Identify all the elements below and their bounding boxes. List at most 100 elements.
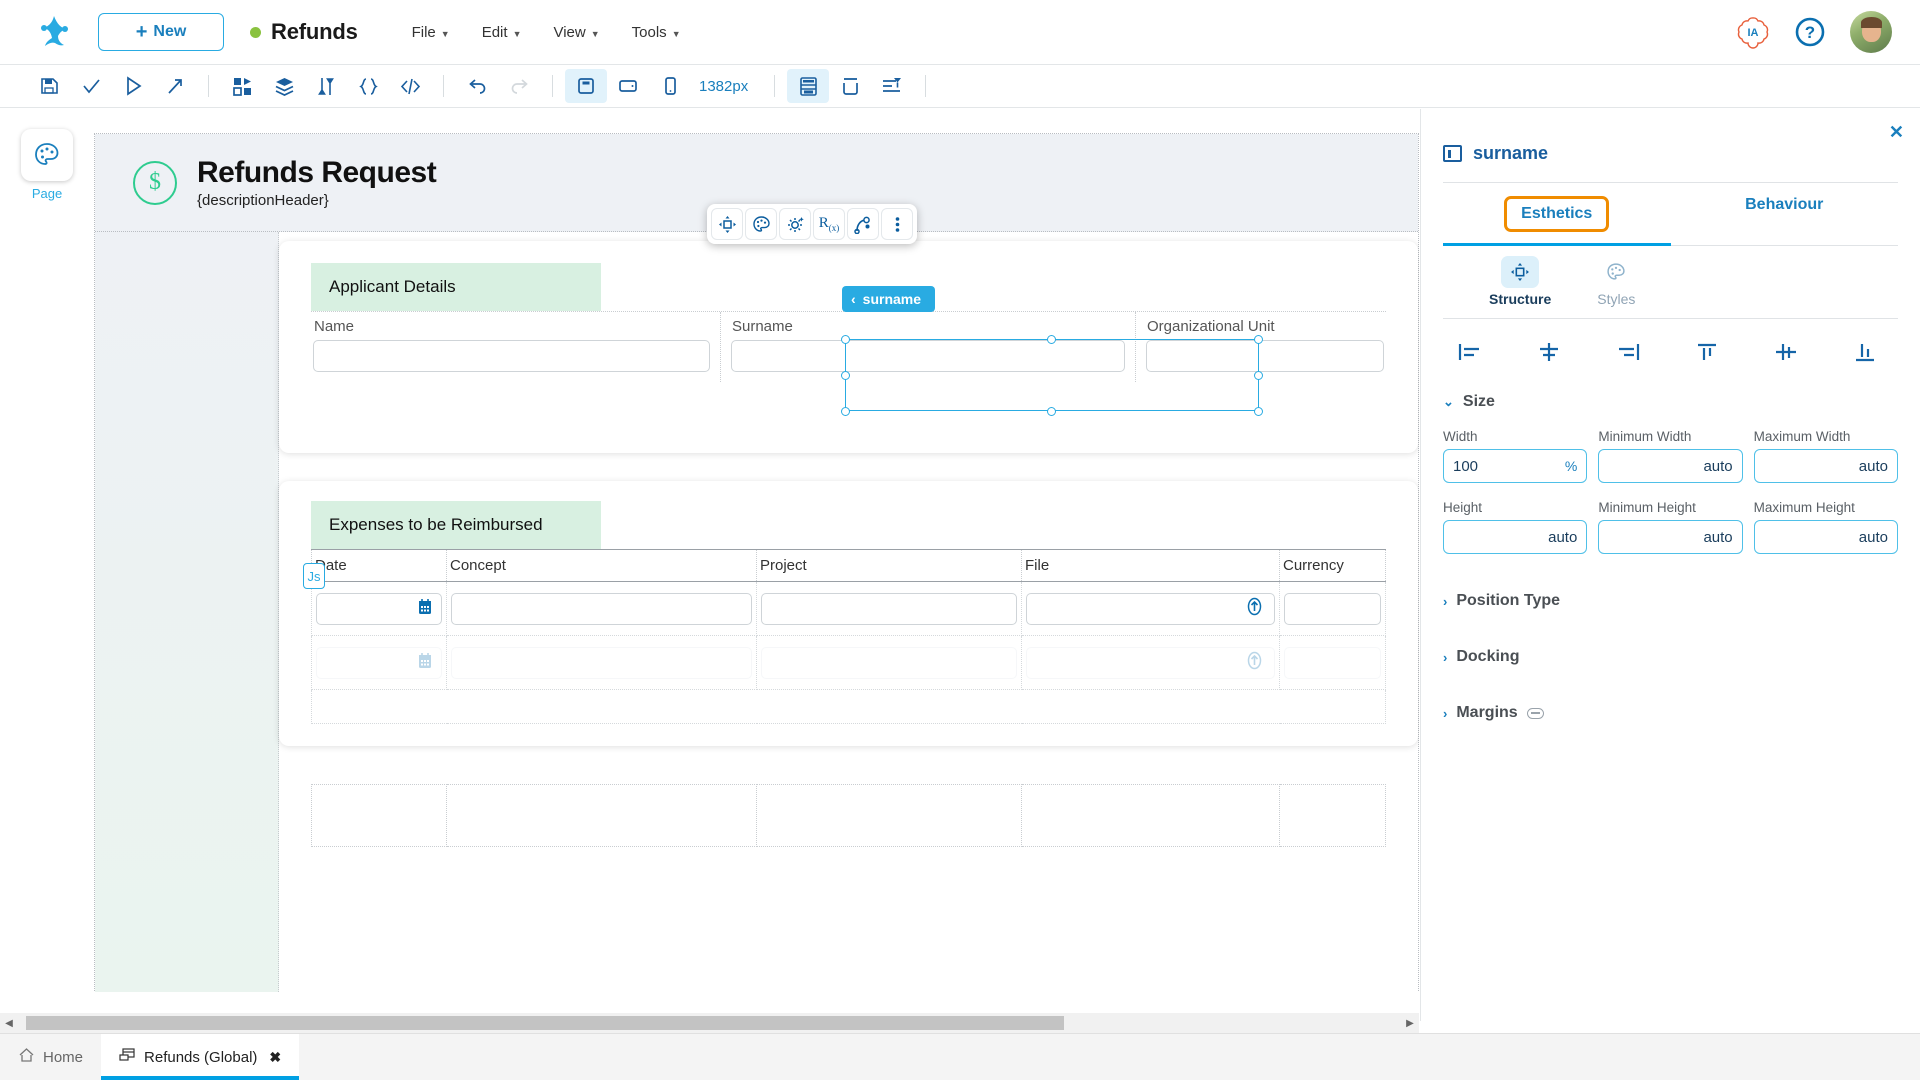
components-grid-icon[interactable] xyxy=(221,69,263,103)
upload-icon[interactable] xyxy=(1245,651,1264,675)
horizontal-scrollbar[interactable]: ◀ ▶ xyxy=(0,1013,1419,1033)
project-input[interactable] xyxy=(761,593,1017,625)
name-field[interactable]: Name xyxy=(311,312,721,382)
column-header-project[interactable]: Project xyxy=(757,550,1022,582)
concept-input[interactable] xyxy=(451,647,752,679)
cell-currency[interactable] xyxy=(1280,582,1386,636)
cell-file[interactable] xyxy=(1022,636,1280,690)
chevron-left-icon[interactable]: ‹ xyxy=(851,291,856,307)
maximum-height-input[interactable]: auto xyxy=(1754,520,1898,554)
footer-cell[interactable] xyxy=(1280,785,1386,847)
footer-cell[interactable] xyxy=(447,785,757,847)
cell-currency[interactable] xyxy=(1280,636,1386,690)
align-top-icon[interactable] xyxy=(1686,337,1728,367)
subtab-structure[interactable]: Structure xyxy=(1489,256,1551,318)
page-root[interactable]: $ Refunds Request {descriptionHeader} Ap… xyxy=(94,133,1419,991)
calendar-icon[interactable] xyxy=(417,652,433,674)
save-icon[interactable] xyxy=(28,69,70,103)
close-icon[interactable]: ✖ xyxy=(269,1049,281,1066)
resize-handle-sw[interactable] xyxy=(841,407,850,416)
name-input[interactable] xyxy=(313,340,710,372)
desktop-viewport-icon[interactable] xyxy=(565,69,607,103)
section-size-header[interactable]: ⌄ Size xyxy=(1443,393,1898,411)
close-icon[interactable]: ✕ xyxy=(1889,122,1904,143)
structure-move-icon[interactable] xyxy=(711,208,743,240)
cell-concept[interactable] xyxy=(447,582,757,636)
organizational-unit-input[interactable] xyxy=(1146,340,1384,372)
concept-input[interactable] xyxy=(451,593,752,625)
maximum-width-input[interactable]: auto xyxy=(1754,449,1898,483)
arrow-right-icon[interactable]: ▶ xyxy=(1401,1018,1419,1029)
calendar-icon[interactable] xyxy=(417,598,433,620)
align-left-icon[interactable] xyxy=(1449,337,1491,367)
frog-logo-icon[interactable] xyxy=(32,10,76,54)
align-right-icon[interactable] xyxy=(1607,337,1649,367)
redo-icon[interactable] xyxy=(498,69,540,103)
width-input[interactable]: 100 % xyxy=(1443,449,1587,483)
resize-handle-s[interactable] xyxy=(1047,407,1056,416)
file-input[interactable] xyxy=(1026,593,1275,625)
currency-input[interactable] xyxy=(1284,593,1381,625)
table-row[interactable] xyxy=(312,636,1386,690)
bottom-tab-home[interactable]: Home xyxy=(0,1034,101,1080)
date-input[interactable] xyxy=(316,593,442,625)
table-row[interactable]: Js xyxy=(312,582,1386,636)
resize-handle-ne[interactable] xyxy=(1254,335,1263,344)
file-input[interactable] xyxy=(1026,647,1275,679)
date-input[interactable] xyxy=(316,647,442,679)
page-palette-icon[interactable] xyxy=(21,129,73,181)
table-row[interactable] xyxy=(312,785,1386,847)
styles-palette-icon[interactable] xyxy=(745,208,777,240)
footer-cell[interactable] xyxy=(312,785,447,847)
js-script-badge[interactable]: Js xyxy=(303,563,325,589)
cell-date[interactable]: Js xyxy=(312,582,447,636)
tab-esthetics[interactable]: Esthetics xyxy=(1443,183,1671,245)
more-options-icon[interactable] xyxy=(881,208,913,240)
validate-check-icon[interactable] xyxy=(70,69,112,103)
align-bottom-icon[interactable] xyxy=(1844,337,1886,367)
minimum-height-input[interactable]: auto xyxy=(1598,520,1742,554)
deploy-share-icon[interactable] xyxy=(154,69,196,103)
width-unit[interactable]: % xyxy=(1565,458,1577,474)
column-header-concept[interactable]: Concept xyxy=(447,550,757,582)
menu-file[interactable]: File ▼ xyxy=(412,24,450,41)
column-header-currency[interactable]: Currency xyxy=(1280,550,1386,582)
tab-behaviour[interactable]: Behaviour xyxy=(1671,183,1899,245)
expenses-table[interactable]: Date Concept Project File Currency xyxy=(311,549,1386,724)
tablet-viewport-icon[interactable] xyxy=(607,69,649,103)
container-layout-icon[interactable] xyxy=(829,69,871,103)
footer-grid[interactable] xyxy=(311,784,1386,847)
resize-handle-e[interactable] xyxy=(1254,371,1263,380)
expression-braces-icon[interactable] xyxy=(347,69,389,103)
surname-input[interactable] xyxy=(731,340,1125,372)
mobile-viewport-icon[interactable] xyxy=(649,69,691,103)
menu-tools[interactable]: Tools ▼ xyxy=(632,24,681,41)
section-docking-header[interactable]: › Docking xyxy=(1443,648,1898,666)
scrollbar-thumb[interactable] xyxy=(26,1016,1064,1030)
resize-handle-w[interactable] xyxy=(841,371,850,380)
applicant-details-card[interactable]: Applicant Details Name Surname xyxy=(279,241,1418,453)
expenses-card[interactable]: Expenses to be Reimbursed Date Concept P… xyxy=(279,481,1418,746)
cell-project[interactable] xyxy=(757,582,1022,636)
help-icon[interactable]: ? xyxy=(1794,16,1826,48)
currency-input[interactable] xyxy=(1284,647,1381,679)
events-connector-icon[interactable] xyxy=(847,208,879,240)
cell-date[interactable] xyxy=(312,636,447,690)
height-input[interactable]: auto xyxy=(1443,520,1587,554)
settings-magic-icon[interactable] xyxy=(779,208,811,240)
menu-view[interactable]: View ▼ xyxy=(553,24,599,41)
bottom-tab-refunds[interactable]: Refunds (Global) ✖ xyxy=(101,1034,299,1080)
resize-handle-se[interactable] xyxy=(1254,407,1263,416)
layers-icon[interactable] xyxy=(263,69,305,103)
scrollbar-track[interactable] xyxy=(18,1016,1401,1030)
subtab-styles[interactable]: Styles xyxy=(1597,256,1635,318)
ia-assistant-icon[interactable]: IA xyxy=(1736,15,1770,49)
cell-file[interactable] xyxy=(1022,582,1280,636)
run-play-icon[interactable] xyxy=(112,69,154,103)
link-chain-icon[interactable] xyxy=(1527,708,1544,719)
design-canvas[interactable]: $ Refunds Request {descriptionHeader} Ap… xyxy=(94,109,1419,1021)
rule-expression-icon[interactable]: R(x) xyxy=(813,208,845,240)
align-center-horizontal-icon[interactable] xyxy=(1528,337,1570,367)
cell-project[interactable] xyxy=(757,636,1022,690)
selected-element-tag[interactable]: ‹ surname xyxy=(842,286,935,312)
